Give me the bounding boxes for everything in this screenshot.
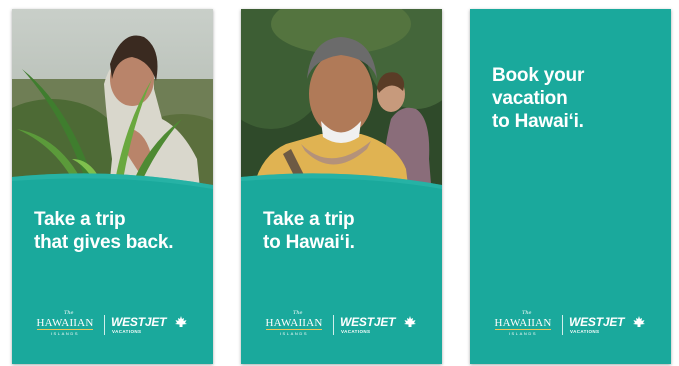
maple-leaf-icon bbox=[404, 316, 416, 327]
partner-logos: The HAWAIIAN ISLANDS WESTJET VACATIONS bbox=[470, 310, 671, 338]
headline-line-2: that gives back. bbox=[34, 232, 174, 253]
westjet-vacations-logo: WESTJET VACATIONS bbox=[111, 315, 191, 337]
partner-logos: The HAWAIIAN ISLANDS WESTJET VACATIONS bbox=[12, 310, 213, 338]
headline-line-3: to Hawaiʻi. bbox=[492, 111, 584, 132]
headline-line-1: Take a trip bbox=[263, 209, 355, 230]
partner-logos: The HAWAIIAN ISLANDS WESTJET VACATIONS bbox=[241, 310, 442, 338]
headline-line-1: Take a trip bbox=[34, 209, 126, 230]
ad-panel-book-vacation[interactable]: Book your vacation to Hawaiʻi. The HAWAI… bbox=[470, 9, 671, 364]
logo-divider bbox=[562, 315, 563, 335]
headline-line-1: Book your bbox=[492, 65, 585, 86]
headline-line-2: to Hawaiʻi. bbox=[263, 232, 355, 253]
maple-leaf-icon bbox=[633, 316, 645, 327]
headline: Book your vacation to Hawaiʻi. bbox=[492, 64, 584, 133]
westjet-vacations-logo: WESTJET VACATIONS bbox=[340, 315, 420, 337]
headline: Take a trip to Hawaiʻi. bbox=[263, 208, 355, 254]
maple-leaf-icon bbox=[175, 316, 187, 327]
hawaiian-islands-logo: The HAWAIIAN ISLANDS bbox=[36, 310, 94, 336]
hawaiian-islands-logo: The HAWAIIAN ISLANDS bbox=[494, 310, 552, 336]
headline-line-2: vacation bbox=[492, 88, 568, 109]
logo-divider bbox=[333, 315, 334, 335]
logo-divider bbox=[104, 315, 105, 335]
westjet-vacations-logo: WESTJET VACATIONS bbox=[569, 315, 649, 337]
ad-panel-gives-back[interactable]: Take a trip that gives back. The HAWAIIA… bbox=[12, 9, 213, 364]
ad-banner-set: Take a trip that gives back. The HAWAIIA… bbox=[0, 0, 679, 366]
ad-panel-trip-to-hawaii[interactable]: Take a trip to Hawaiʻi. The HAWAIIAN ISL… bbox=[241, 9, 442, 364]
headline: Take a trip that gives back. bbox=[34, 208, 174, 254]
hawaiian-islands-logo: The HAWAIIAN ISLANDS bbox=[265, 310, 323, 336]
